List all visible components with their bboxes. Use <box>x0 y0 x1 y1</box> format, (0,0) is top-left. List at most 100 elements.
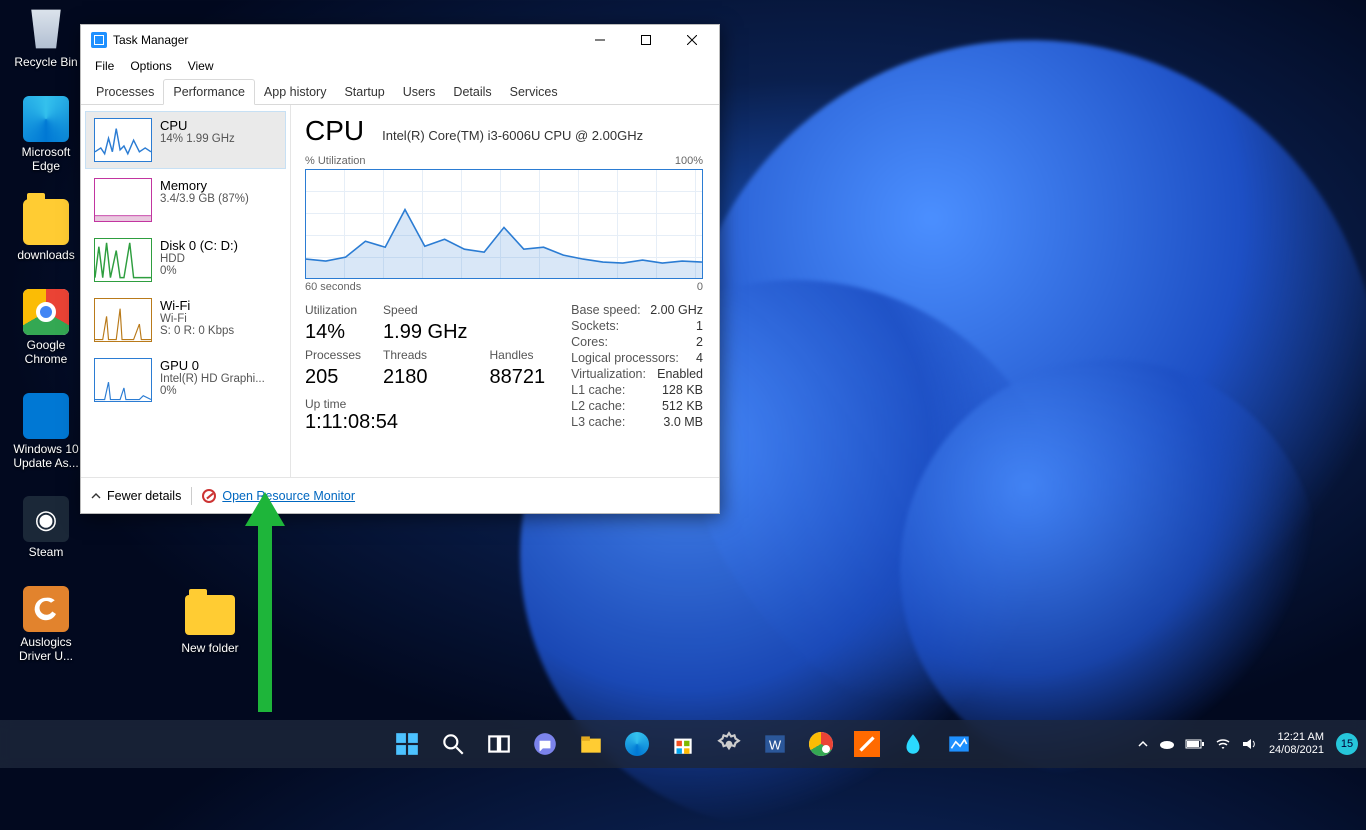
open-resource-monitor-label: Open Resource Monitor <box>222 489 355 503</box>
taskbar-app-flame[interactable] <box>893 724 933 764</box>
search-button[interactable] <box>433 724 473 764</box>
rstat-v: 3.0 MB <box>663 415 703 429</box>
rstat-k: Logical processors: <box>571 351 679 365</box>
desktop-icon-chrome[interactable]: Google Chrome <box>6 289 86 367</box>
folder-icon <box>185 595 235 635</box>
stat-utilization-label: Utilization <box>305 303 361 317</box>
clock-time: 12:21 AM <box>1269 731 1324 744</box>
tab-performance[interactable]: Performance <box>163 79 255 105</box>
menu-file[interactable]: File <box>89 57 120 75</box>
footer-divider <box>191 487 192 505</box>
desktop-icon-label: Auslogics Driver U... <box>6 636 86 664</box>
stat-threads-label: Threads <box>383 348 467 362</box>
taskbar-settings[interactable] <box>709 724 749 764</box>
sidebar-item-sub: Intel(R) HD Graphi... <box>160 373 277 385</box>
notif-count: 15 <box>1341 738 1353 750</box>
notification-badge[interactable]: 15 <box>1336 733 1358 755</box>
task-manager-window: Task Manager File Options View Processes… <box>80 24 720 514</box>
rstat-v: Enabled <box>657 367 703 381</box>
taskbar-store[interactable] <box>663 724 703 764</box>
onedrive-icon[interactable] <box>1159 738 1175 750</box>
clock-date: 24/08/2021 <box>1269 744 1324 757</box>
rstat-k: L3 cache: <box>571 415 625 429</box>
chart-xmax: 0 <box>697 281 703 293</box>
rstat-v: 512 KB <box>662 399 703 413</box>
desktop-icon-downloads[interactable]: downloads <box>6 199 86 263</box>
close-button[interactable] <box>669 25 715 55</box>
volume-icon[interactable] <box>1241 737 1257 751</box>
stat-threads-value: 2180 <box>383 366 467 389</box>
desktop-icon-edge[interactable]: Microsoft Edge <box>6 96 86 174</box>
stat-speed-value: 1.99 GHz <box>383 321 467 344</box>
desktop-icon-new-folder[interactable]: New folder <box>170 595 250 655</box>
stat-handles-label: Handles <box>490 348 546 362</box>
tab-app-history[interactable]: App history <box>255 80 336 104</box>
menu-view[interactable]: View <box>182 57 220 75</box>
stat-utilization-value: 14% <box>305 321 361 344</box>
tab-services[interactable]: Services <box>501 80 567 104</box>
auslogics-icon <box>23 586 69 632</box>
desktop-icon-steam[interactable]: ◉ Steam <box>6 496 86 560</box>
task-manager-footer: Fewer details Open Resource Monitor <box>81 477 719 513</box>
sidebar-item-cpu[interactable]: CPU 14% 1.99 GHz <box>85 111 286 169</box>
rstat-k: Base speed: <box>571 303 641 317</box>
taskbar-chat[interactable] <box>525 724 565 764</box>
steam-icon: ◉ <box>23 496 69 542</box>
taskbar-clock[interactable]: 12:21 AM 24/08/2021 <box>1269 731 1324 757</box>
rstat-v: 128 KB <box>662 383 703 397</box>
chrome-icon <box>23 289 69 335</box>
tab-users[interactable]: Users <box>394 80 445 104</box>
desktop-icon-label: Steam <box>6 546 86 560</box>
chart-ylabel: % Utilization <box>305 155 366 167</box>
battery-icon[interactable] <box>1185 738 1205 750</box>
fewer-details-label: Fewer details <box>107 489 181 503</box>
folder-icon <box>23 199 69 245</box>
desktop-icon-label: Recycle Bin <box>6 56 86 70</box>
minimize-button[interactable] <box>577 25 623 55</box>
sidebar-item-memory[interactable]: Memory 3.4/3.9 GB (87%) <box>85 171 286 229</box>
sidebar-item-disk[interactable]: Disk 0 (C: D:) HDD 0% <box>85 231 286 289</box>
taskbar-task-manager[interactable] <box>939 724 979 764</box>
taskbar-explorer[interactable] <box>571 724 611 764</box>
cpu-model: Intel(R) Core(TM) i3-6006U CPU @ 2.00GHz <box>382 128 643 143</box>
wifi-icon[interactable] <box>1215 738 1231 750</box>
cpu-utilization-chart[interactable] <box>305 169 703 279</box>
tab-startup[interactable]: Startup <box>335 80 393 104</box>
sidebar-item-wifi[interactable]: Wi-Fi Wi-Fi S: 0 R: 0 Kbps <box>85 291 286 349</box>
wifi-thumb-icon <box>94 298 152 342</box>
cpu-right-stats: Base speed:2.00 GHz Sockets:1 Cores:2 Lo… <box>571 303 703 434</box>
open-resource-monitor-link[interactable]: Open Resource Monitor <box>202 489 355 503</box>
start-button[interactable] <box>387 724 427 764</box>
taskbar-word[interactable]: W <box>755 724 795 764</box>
desktop-icon-auslogics[interactable]: Auslogics Driver U... <box>6 586 86 664</box>
rstat-k: L2 cache: <box>571 399 625 413</box>
stat-uptime-label: Up time <box>305 397 545 411</box>
chevron-up-icon[interactable] <box>1137 738 1149 750</box>
taskbar-edge[interactable] <box>617 724 657 764</box>
gpu-thumb-icon <box>94 358 152 402</box>
window-titlebar[interactable]: Task Manager <box>81 25 719 55</box>
task-view-button[interactable] <box>479 724 519 764</box>
taskbar-chrome[interactable] <box>801 724 841 764</box>
sidebar-item-title: Memory <box>160 178 277 193</box>
tab-details[interactable]: Details <box>444 80 500 104</box>
desktop-icon-recycle-bin[interactable]: Recycle Bin <box>6 6 86 70</box>
rstat-k: L1 cache: <box>571 383 625 397</box>
cpu-heading: CPU <box>305 115 364 147</box>
sidebar-item-gpu[interactable]: GPU 0 Intel(R) HD Graphi... 0% <box>85 351 286 409</box>
stat-speed-label: Speed <box>383 303 467 317</box>
maximize-button[interactable] <box>623 25 669 55</box>
desktop-icon-windows-update[interactable]: Windows 10 Update As... <box>6 393 86 471</box>
sidebar-item-sub: Wi-Fi <box>160 313 277 325</box>
sidebar-item-title: Wi-Fi <box>160 298 277 313</box>
cpu-thumb-icon <box>94 118 152 162</box>
tab-processes[interactable]: Processes <box>87 80 163 104</box>
taskbar: W 12:21 AM 24/08/2021 15 <box>0 720 1366 768</box>
taskbar-app-orange[interactable] <box>847 724 887 764</box>
fewer-details-button[interactable]: Fewer details <box>91 489 181 503</box>
disk-thumb-icon <box>94 238 152 282</box>
chart-xmin: 60 seconds <box>305 281 361 293</box>
stat-uptime-value: 1:11:08:54 <box>305 411 545 434</box>
menu-options[interactable]: Options <box>124 57 177 75</box>
chrome-icon <box>809 732 833 756</box>
